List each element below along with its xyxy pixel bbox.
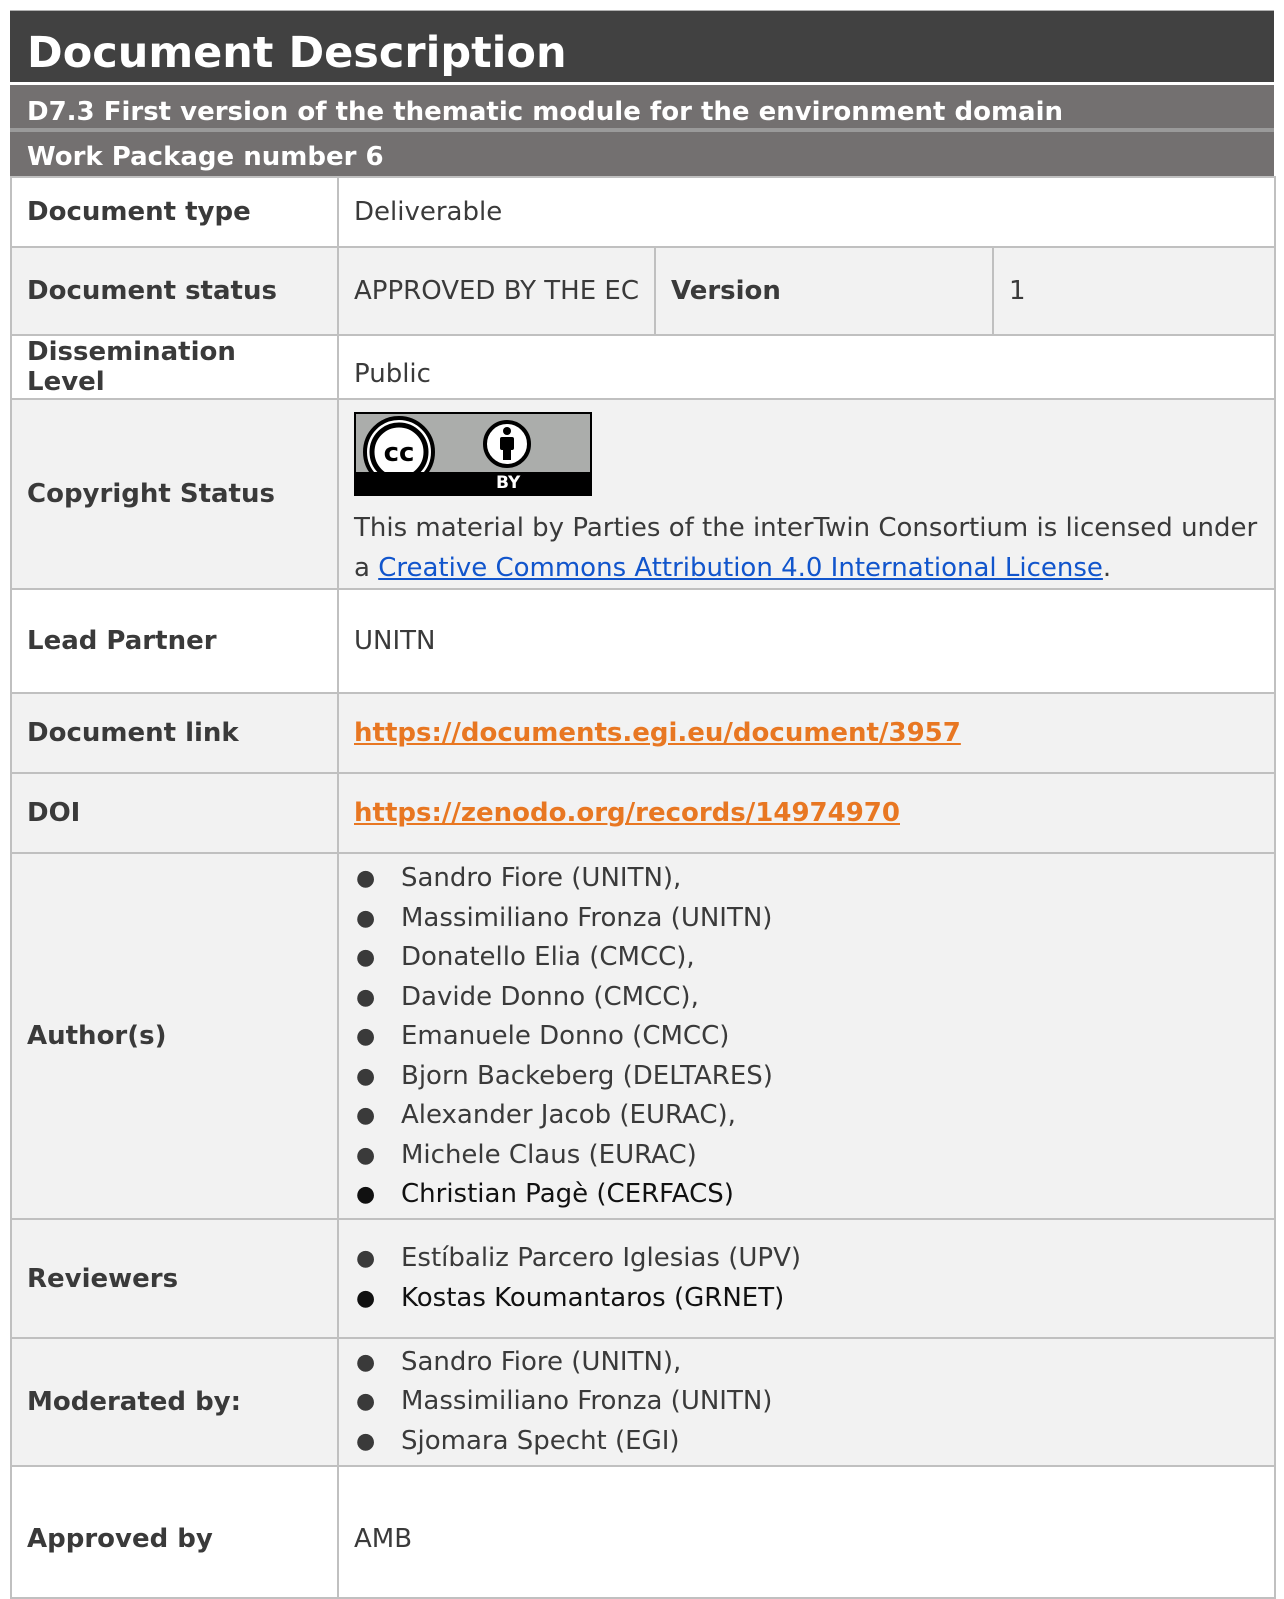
document-link[interactable]: https://documents.egi.eu/document/3957 <box>354 718 961 748</box>
reviewers-list: ● Estíbaliz Parcero Iglesias (UPV) ● Kosta… <box>354 1239 1259 1318</box>
description-table: Document type Deliverable Document statu… <box>10 176 1277 1599</box>
license-text: This material by Parties of the interTwi… <box>354 508 1259 588</box>
moderated-by-label: Moderated by: <box>10 1337 339 1467</box>
bullet-icon: ● <box>356 905 376 931</box>
row-copyright-status: Copyright Status cc BY This material by … <box>10 398 1277 590</box>
document-link-label: Document link <box>10 692 339 774</box>
document-type-label: Document type <box>10 176 339 248</box>
badge-bar <box>356 472 590 494</box>
list-item: ● Alexander Jacob (EURAC), <box>354 1096 1259 1136</box>
work-package-title: Work Package number 6 <box>10 130 1274 176</box>
bullet-icon: ● <box>356 1285 376 1311</box>
bullet-icon: ● <box>356 1063 376 1089</box>
row-reviewers: Reviewers ● Estíbaliz Parcero Iglesias (U… <box>10 1218 1277 1339</box>
list-item: ● Massimiliano Fronza (UNITN) <box>354 899 1259 939</box>
list-item: ● Christian Pagè (CERFACS) <box>354 1175 1259 1215</box>
approved-by-label: Approved by <box>10 1465 339 1599</box>
list-item: ● Kostas Koumantaros (GRNET) <box>354 1279 1259 1319</box>
bullet-icon: ● <box>356 984 376 1010</box>
document-status-label: Document status <box>10 246 339 336</box>
version-value: 1 <box>991 246 1277 336</box>
page-title: Document Description <box>10 10 1274 82</box>
row-lead-partner: Lead Partner UNITN <box>10 588 1277 694</box>
authors-list: ● Sandro Fiore (UNITN), ● Massimiliano Fro… <box>354 859 1259 1215</box>
license-link[interactable]: Creative Commons Attribution 4.0 Interna… <box>378 553 1103 583</box>
list-item: ● Estíbaliz Parcero Iglesias (UPV) <box>354 1239 1259 1279</box>
row-dissemination-level: Dissemination Level Public <box>10 334 1277 400</box>
row-doi: DOI https://zenodo.org/records/14974970 <box>10 772 1277 854</box>
cc-by-license-badge: cc BY <box>354 412 592 496</box>
attribution-person-icon <box>483 420 531 468</box>
copyright-status-value: cc BY This material by Parties of the in… <box>336 398 1277 590</box>
list-item: ● Emanuele Donno (CMCC) <box>354 1017 1259 1057</box>
bullet-icon: ● <box>356 1349 376 1375</box>
list-item: ● Sandro Fiore (UNITN), <box>354 859 1259 899</box>
list-item: ● Bjorn Backeberg (DELTARES) <box>354 1057 1259 1097</box>
bullet-icon: ● <box>356 1428 376 1454</box>
dissemination-level-value: Public <box>336 334 1277 400</box>
list-item: ● Sjomara Specht (EGI) <box>354 1422 1259 1462</box>
authors-label: Author(s) <box>10 852 339 1220</box>
row-authors: Author(s) ● Sandro Fiore (UNITN), ● Massim… <box>10 852 1277 1220</box>
license-text-after: . <box>1102 553 1112 583</box>
bullet-icon: ● <box>356 1182 376 1208</box>
list-item: ● Davide Donno (CMCC), <box>354 978 1259 1018</box>
list-item: ● Sandro Fiore (UNITN), <box>354 1343 1259 1383</box>
doi-link[interactable]: https://zenodo.org/records/14974970 <box>354 798 900 828</box>
deliverable-title: D7.3 First version of the thematic modul… <box>10 82 1274 130</box>
bullet-icon: ● <box>356 1024 376 1050</box>
approved-by-value: AMB <box>336 1465 1277 1599</box>
document-type-value: Deliverable <box>336 176 1277 248</box>
bullet-icon: ● <box>356 866 376 892</box>
row-document-status: Document status APPROVED BY THE EC Versi… <box>10 246 1277 336</box>
badge-by-label: BY <box>496 473 521 493</box>
document-status-value: APPROVED BY THE EC <box>337 246 656 336</box>
lead-partner-value: UNITN <box>336 588 1277 694</box>
doi-label: DOI <box>10 772 339 854</box>
bullet-icon: ● <box>356 1389 376 1415</box>
list-item: ● Massimiliano Fronza (UNITN) <box>354 1382 1259 1422</box>
list-item: ● Michele Claus (EURAC) <box>354 1136 1259 1176</box>
row-document-link: Document link https://documents.egi.eu/d… <box>10 692 1277 774</box>
list-item: ● Donatello Elia (CMCC), <box>354 938 1259 978</box>
bullet-icon: ● <box>356 1103 376 1129</box>
moderators-list: ● Sandro Fiore (UNITN), ● Massimiliano Fro… <box>354 1343 1259 1462</box>
reviewers-label: Reviewers <box>10 1218 339 1339</box>
lead-partner-label: Lead Partner <box>10 588 339 694</box>
dissemination-level-label: Dissemination Level <box>10 334 339 400</box>
bullet-icon: ● <box>356 1142 376 1168</box>
bullet-icon: ● <box>356 1246 376 1271</box>
row-document-type: Document type Deliverable <box>10 176 1277 248</box>
row-approved-by: Approved by AMB <box>10 1465 1277 1599</box>
copyright-status-label: Copyright Status <box>10 398 339 590</box>
document-description: Document Description D7.3 First version … <box>10 10 1277 1599</box>
version-label: Version <box>654 246 994 336</box>
svg-text:cc: cc <box>384 438 415 468</box>
row-moderated-by: Moderated by: ● Sandro Fiore (UNITN), ● Ma… <box>10 1337 1277 1467</box>
bullet-icon: ● <box>356 945 376 971</box>
